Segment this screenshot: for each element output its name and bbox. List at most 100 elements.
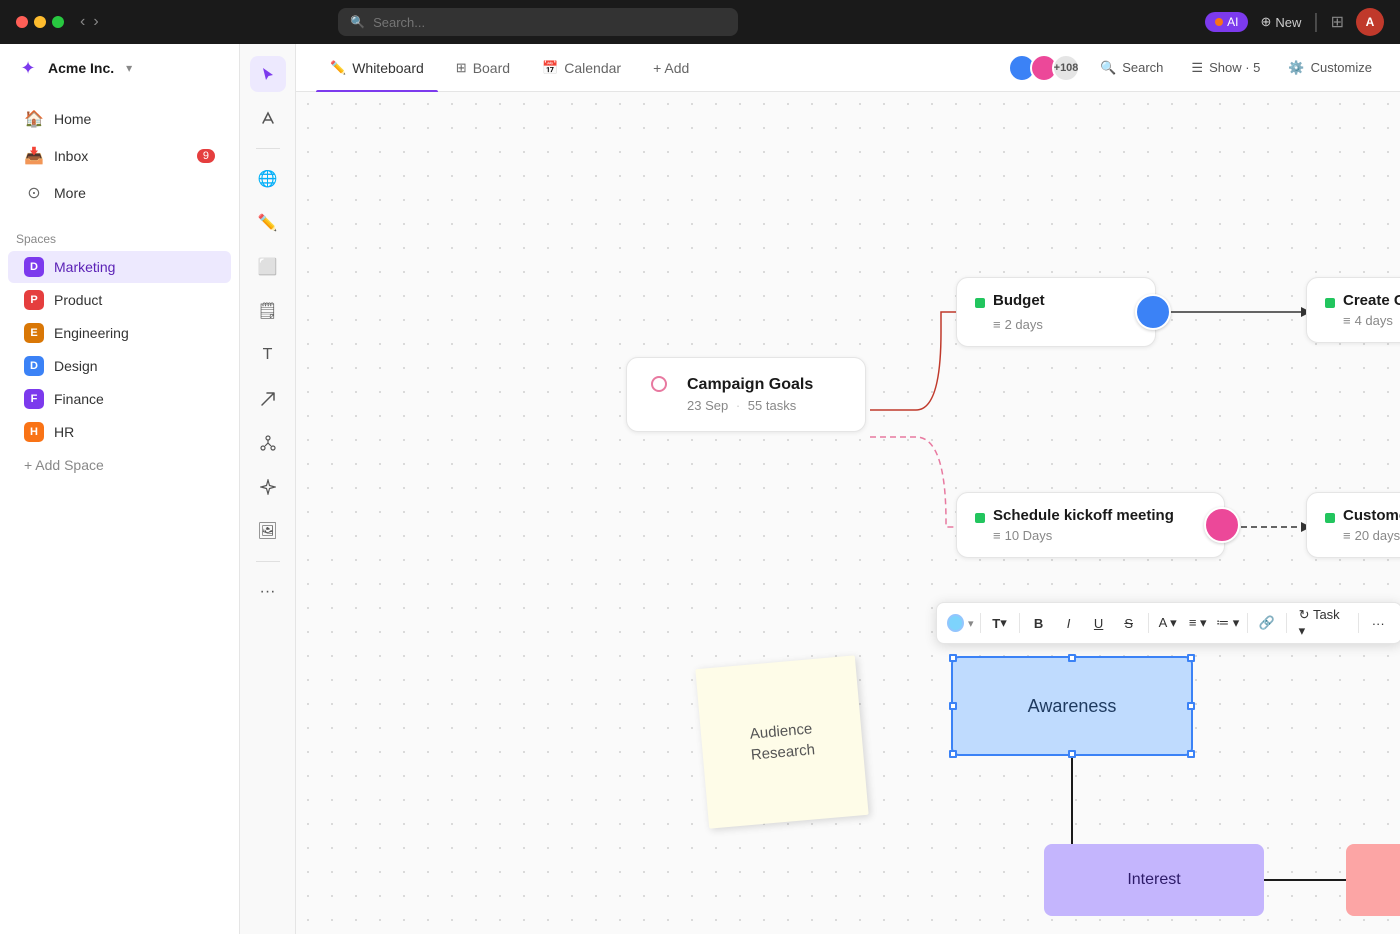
close-dot[interactable] <box>16 16 28 28</box>
link-button[interactable]: 🔗 <box>1254 609 1280 637</box>
inbox-badge: 9 <box>197 149 215 163</box>
cursor-tool[interactable] <box>250 56 286 92</box>
topbar: ‹ › 🔍 AI ⊕ New | ⊞ A <box>0 0 1400 44</box>
diagram-tool[interactable] <box>250 425 286 461</box>
arrow-tool[interactable] <box>250 381 286 417</box>
handle-mr[interactable] <box>1187 702 1195 710</box>
budget-card[interactable]: Budget ≡ 2 days <box>956 277 1156 347</box>
handle-br[interactable] <box>1187 750 1195 758</box>
whiteboard-canvas[interactable]: Campaign Goals 23 Sep · 55 tasks Budget <box>296 92 1400 934</box>
font-size-button[interactable]: A ▾ <box>1155 609 1181 637</box>
tab-calendar[interactable]: 📅 Calendar <box>528 52 635 84</box>
handle-tr[interactable] <box>1187 654 1195 662</box>
task-button[interactable]: ↻ Task ▾ <box>1293 609 1353 637</box>
space-name-marketing: Marketing <box>54 259 115 275</box>
budget-title: Budget <box>993 292 1045 309</box>
sticky-note-tool[interactable]: 🗒 <box>250 293 286 329</box>
customize-action[interactable]: ⚙️ Customize <box>1280 56 1380 80</box>
handle-tl[interactable] <box>949 654 957 662</box>
more-tools-button[interactable]: ··· <box>250 574 286 610</box>
create-campaign-card[interactable]: Create Campaign ≡ 4 days <box>1306 277 1400 343</box>
content-area: ✏️ Whiteboard ⊞ Board 📅 Calendar + Add +… <box>296 44 1400 934</box>
sub-header: ✏️ Whiteboard ⊞ Board 📅 Calendar + Add +… <box>296 44 1400 92</box>
schedule-meta: ≡ 10 Days <box>993 528 1174 543</box>
interest-box[interactable]: Interest <box>1044 844 1264 916</box>
avatar-overflow: +108 <box>1052 54 1080 82</box>
schedule-title: Schedule kickoff meeting <box>993 507 1174 524</box>
awareness-label: Awareness <box>1028 696 1117 717</box>
pen-tool[interactable]: ✏️ <box>250 205 286 241</box>
global-search-bar[interactable]: 🔍 <box>338 8 738 36</box>
add-space-button[interactable]: + Add Space <box>8 451 231 479</box>
italic-button[interactable]: I <box>1056 609 1082 637</box>
sidebar-item-design[interactable]: D Design <box>8 350 231 382</box>
sidebar-item-finance[interactable]: F Finance <box>8 383 231 415</box>
add-tab-label: + Add <box>653 60 689 76</box>
ai-tools-button[interactable] <box>250 100 286 136</box>
handle-ml[interactable] <box>949 702 957 710</box>
align-button[interactable]: ≡ ▾ <box>1185 609 1211 637</box>
tab-whiteboard[interactable]: ✏️ Whiteboard <box>316 52 438 84</box>
schedule-kickoff-card[interactable]: Schedule kickoff meeting ≡ 10 Days <box>956 492 1225 558</box>
sidebar-item-inbox[interactable]: 📥 Inbox 9 <box>8 138 231 174</box>
sidebar-item-product[interactable]: P Product <box>8 284 231 316</box>
color-picker-swatch[interactable] <box>947 614 964 632</box>
new-button[interactable]: ⊕ New <box>1260 14 1301 30</box>
sidebar-item-engineering[interactable]: E Engineering <box>8 317 231 349</box>
space-name-finance: Finance <box>54 391 104 407</box>
goals-circle-icon <box>651 376 667 392</box>
ai-label: AI <box>1227 15 1238 29</box>
sidebar-item-marketing[interactable]: D Marketing <box>8 251 231 283</box>
handle-bm[interactable] <box>1068 750 1076 758</box>
main-layout: ✦ Acme Inc. ▾ 🏠 Home 📥 Inbox 9 ⊙ More Sp… <box>0 44 1400 934</box>
decision-box[interactable]: Decision <box>1346 844 1400 916</box>
swatch-dropdown-icon[interactable]: ▾ <box>968 617 974 630</box>
back-button[interactable]: ‹ <box>80 13 85 31</box>
maximize-dot[interactable] <box>52 16 64 28</box>
audience-research-sticky[interactable]: Audience Research <box>695 655 868 828</box>
strikethrough-button[interactable]: S <box>1116 609 1142 637</box>
show-action[interactable]: ☰ Show · 5 <box>1183 56 1268 80</box>
ai-button[interactable]: AI <box>1205 12 1248 32</box>
shape-tool[interactable]: ⬜ <box>250 249 286 285</box>
user-avatar[interactable]: A <box>1356 8 1384 36</box>
underline-button[interactable]: U <box>1086 609 1112 637</box>
minimize-dot[interactable] <box>34 16 46 28</box>
handle-bl[interactable] <box>949 750 957 758</box>
board-tab-icon: ⊞ <box>456 60 467 76</box>
image-tool[interactable]: 🖼 <box>250 513 286 549</box>
company-header[interactable]: ✦ Acme Inc. ▾ <box>0 44 239 92</box>
globe-tool[interactable]: 🌐 <box>250 161 286 197</box>
sidebar-item-home[interactable]: 🏠 Home <box>8 101 231 137</box>
tab-board[interactable]: ⊞ Board <box>442 52 524 84</box>
sparkle-tool[interactable] <box>250 469 286 505</box>
customer-beta-card[interactable]: Customer Beta ≡ 20 days <box>1306 492 1400 558</box>
handle-tm[interactable] <box>1068 654 1076 662</box>
customer-meta: ≡ 20 days <box>1343 528 1400 543</box>
space-name-design: Design <box>54 358 98 374</box>
toolbar-sep-4 <box>1247 613 1248 633</box>
inbox-icon: 📥 <box>24 146 44 166</box>
sidebar-item-hr[interactable]: H HR <box>8 416 231 448</box>
bold-button[interactable]: B <box>1025 609 1051 637</box>
global-search-input[interactable] <box>373 15 726 30</box>
search-action[interactable]: 🔍 Search <box>1092 56 1171 80</box>
text-style-button[interactable]: T ▾ <box>987 609 1013 637</box>
campaign-goals-card[interactable]: Campaign Goals 23 Sep · 55 tasks <box>626 357 866 432</box>
budget-duration: 2 days <box>1005 317 1043 332</box>
sidebar-item-more[interactable]: ⊙ More <box>8 175 231 211</box>
add-tab-button[interactable]: + Add <box>639 52 703 84</box>
company-name: Acme Inc. <box>48 60 114 76</box>
create-campaign-meta: ≡ 4 days <box>1343 313 1400 328</box>
new-label: New <box>1275 15 1301 30</box>
more-format-button[interactable]: ··· <box>1365 609 1391 637</box>
awareness-box[interactable]: Awareness <box>951 656 1193 756</box>
grid-button[interactable]: ⊞ <box>1331 12 1344 32</box>
forward-button[interactable]: › <box>93 13 98 31</box>
schedule-duration: 10 Days <box>1005 528 1053 543</box>
list-button[interactable]: ≔ ▾ <box>1215 609 1241 637</box>
search-action-icon: 🔍 <box>1100 60 1116 76</box>
search-icon: 🔍 <box>350 15 365 29</box>
text-tool[interactable]: T <box>250 337 286 373</box>
customer-status-dot <box>1325 513 1335 523</box>
